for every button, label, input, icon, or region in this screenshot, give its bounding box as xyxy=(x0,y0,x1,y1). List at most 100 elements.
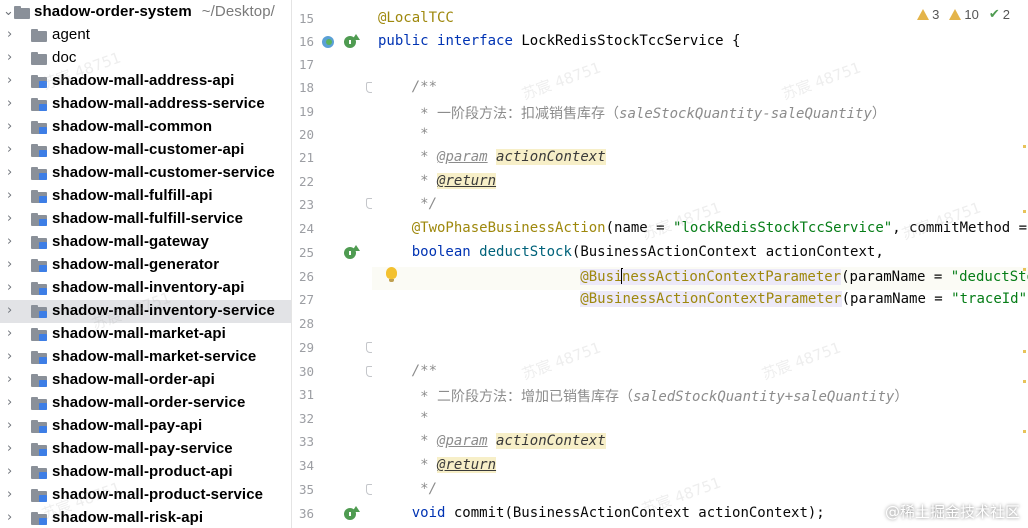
chevron-right-icon[interactable]: › xyxy=(7,419,19,432)
module-folder-icon xyxy=(31,351,47,364)
module-folder-icon xyxy=(31,167,47,180)
tree-item[interactable]: › agent xyxy=(0,24,291,47)
tree-item[interactable]: › shadow-mall-pay-service xyxy=(0,438,291,461)
code-line-24: @TwoPhaseBusinessAction(name = "lockRedi… xyxy=(411,220,1028,236)
tree-item[interactable]: › shadow-mall-customer-service xyxy=(0,162,291,185)
tree-item[interactable]: › shadow-mall-fulfill-api xyxy=(0,185,291,208)
tree-item[interactable]: › shadow-mall-product-service xyxy=(0,484,291,507)
chevron-right-icon[interactable]: › xyxy=(7,350,19,363)
module-folder-icon xyxy=(31,489,47,502)
tree-item-label: shadow-mall-pay-api xyxy=(52,417,203,434)
chevron-right-icon[interactable]: › xyxy=(7,120,19,133)
error-stripe-mark[interactable] xyxy=(1023,350,1026,353)
code-line-21: * @param actionContext xyxy=(420,149,606,165)
tree-item[interactable]: › shadow-mall-common xyxy=(0,116,291,139)
line-number: 36 xyxy=(298,506,314,521)
chevron-right-icon[interactable]: › xyxy=(7,327,19,340)
line-number: 17 xyxy=(298,57,314,72)
code-line-23: */ xyxy=(420,196,438,212)
tree-item[interactable]: › shadow-mall-generator xyxy=(0,254,291,277)
tree-root-row[interactable]: ⌄ shadow-order-system ~/Desktop/ xyxy=(0,1,291,24)
chevron-right-icon[interactable]: › xyxy=(7,28,19,41)
chevron-right-icon[interactable]: › xyxy=(7,235,19,248)
tree-item[interactable]: › shadow-mall-address-service xyxy=(0,93,291,116)
tree-item[interactable]: › shadow-mall-order-api xyxy=(0,369,291,392)
tree-item[interactable]: › shadow-mall-product-api xyxy=(0,461,291,484)
spring-bean-icon[interactable] xyxy=(322,35,336,49)
implemented-icon[interactable] xyxy=(344,506,360,521)
tree-item[interactable]: › doc xyxy=(0,47,291,70)
line-number: 32 xyxy=(298,411,314,426)
error-stripe-mark[interactable] xyxy=(1023,268,1026,271)
module-folder-icon xyxy=(31,75,47,88)
implemented-icon[interactable] xyxy=(344,34,360,49)
chevron-right-icon[interactable]: › xyxy=(7,304,19,317)
chevron-right-icon[interactable]: › xyxy=(7,97,19,110)
line-number: 20 xyxy=(298,127,314,142)
project-tree: ⌄ shadow-order-system ~/Desktop/ › agent › d… xyxy=(0,0,292,528)
chevron-right-icon[interactable]: › xyxy=(7,442,19,455)
module-folder-icon xyxy=(31,282,47,295)
tree-item[interactable]: › shadow-mall-inventory-service xyxy=(0,300,291,323)
tree-item[interactable]: › shadow-mall-pay-api xyxy=(0,415,291,438)
inspection-widget[interactable]: 3 10 ✔ 2 xyxy=(911,7,1010,22)
tree-item-label: shadow-mall-risk-api xyxy=(52,509,204,526)
root-path: ~/Desktop/ xyxy=(201,3,275,20)
code-line-30: /** xyxy=(411,363,438,379)
chevron-right-icon[interactable]: › xyxy=(7,281,19,294)
chevron-right-icon[interactable]: › xyxy=(7,373,19,386)
warnings-badge[interactable]: 3 xyxy=(917,7,939,22)
tree-item-label: doc xyxy=(52,49,77,66)
ok-badge[interactable]: ✔ 2 xyxy=(989,7,1010,22)
chevron-right-icon[interactable]: › xyxy=(7,465,19,478)
chevron-right-icon[interactable]: › xyxy=(7,511,19,524)
tree-item-label: shadow-mall-product-service xyxy=(52,486,264,503)
tree-item[interactable]: › shadow-mall-market-api xyxy=(0,323,291,346)
code-line-34: * @return xyxy=(420,457,497,473)
tree-item[interactable]: › shadow-mall-customer-api xyxy=(0,139,291,162)
error-stripe-mark[interactable] xyxy=(1023,430,1026,433)
chevron-right-icon[interactable]: › xyxy=(7,189,19,202)
tree-item[interactable]: › shadow-mall-market-service xyxy=(0,346,291,369)
implemented-icon[interactable] xyxy=(344,245,360,260)
chevron-right-icon[interactable]: › xyxy=(7,143,19,156)
module-folder-icon xyxy=(31,328,47,341)
chevron-right-icon[interactable]: › xyxy=(7,74,19,87)
project-folder-icon xyxy=(14,6,30,19)
tree-item-label: shadow-mall-common xyxy=(52,118,213,135)
error-stripe-mark[interactable] xyxy=(1023,145,1026,148)
module-folder-icon xyxy=(31,144,47,157)
tree-item-label: shadow-mall-gateway xyxy=(52,233,209,250)
weak-warnings-badge[interactable]: 10 xyxy=(949,7,979,22)
line-number: 23 xyxy=(298,197,314,212)
tree-item[interactable]: › shadow-mall-order-service xyxy=(0,392,291,415)
module-folder-icon xyxy=(31,420,47,433)
warning-icon xyxy=(917,9,930,20)
tree-item[interactable]: › shadow-mall-risk-api xyxy=(0,507,291,528)
line-number: 16 xyxy=(298,34,314,49)
code-line-31: * 二阶段方法：增加已销售库存（saledStockQuantity+saleQ… xyxy=(420,389,909,405)
tree-item-label: shadow-mall-address-service xyxy=(52,95,265,112)
tree-item[interactable]: › shadow-mall-inventory-api xyxy=(0,277,291,300)
chevron-right-icon[interactable]: › xyxy=(7,166,19,179)
code-line-20: * xyxy=(420,126,429,142)
module-folder-icon xyxy=(31,236,47,249)
error-stripe-mark[interactable] xyxy=(1023,380,1026,383)
chevron-right-icon[interactable]: › xyxy=(7,258,19,271)
chevron-right-icon[interactable]: › xyxy=(7,212,19,225)
tree-item-label: shadow-mall-inventory-api xyxy=(52,279,245,296)
tree-item-label: agent xyxy=(52,26,91,43)
tree-item-label: shadow-mall-inventory-service xyxy=(52,302,275,319)
chevron-right-icon[interactable]: › xyxy=(7,51,19,64)
chevron-right-icon[interactable]: › xyxy=(7,396,19,409)
module-folder-icon xyxy=(31,259,47,272)
code-editor[interactable]: @LocalTCC public interface LockRedisStoc… xyxy=(372,0,1028,528)
module-folder-icon xyxy=(31,397,47,410)
tree-item-label: shadow-mall-customer-api xyxy=(52,141,245,158)
error-stripe-mark[interactable] xyxy=(1023,210,1026,213)
tree-item[interactable]: › shadow-mall-gateway xyxy=(0,231,291,254)
tree-item[interactable]: › shadow-mall-address-api xyxy=(0,70,291,93)
tree-item[interactable]: › shadow-mall-fulfill-service xyxy=(0,208,291,231)
chevron-right-icon[interactable]: › xyxy=(7,488,19,501)
double-check-icon: ✔ xyxy=(988,7,1000,22)
